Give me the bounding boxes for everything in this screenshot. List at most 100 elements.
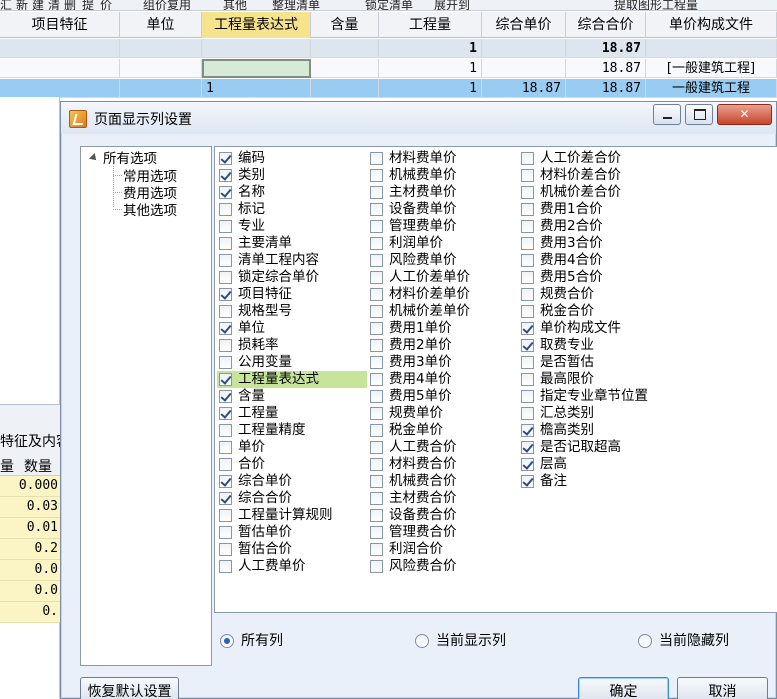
column-option[interactable]: 暂估单价: [217, 524, 367, 541]
checkbox[interactable]: [521, 169, 534, 182]
feature-value[interactable]: 0.2: [0, 539, 60, 560]
checkbox[interactable]: [370, 526, 383, 539]
column-option[interactable]: 清单工程内容: [217, 252, 367, 269]
col-header-unit[interactable]: 单位: [120, 12, 202, 38]
column-option[interactable]: 项目特征: [217, 286, 367, 303]
column-option[interactable]: 工程量表达式: [217, 371, 367, 388]
column-option[interactable]: 是否暂估: [519, 354, 689, 371]
column-option[interactable]: 主要清单: [217, 235, 367, 252]
checkbox[interactable]: [521, 339, 534, 352]
column-option[interactable]: 风险费单价: [368, 252, 518, 269]
column-option[interactable]: 费用2单价: [368, 337, 518, 354]
column-option[interactable]: 工程量精度: [217, 422, 367, 439]
column-option[interactable]: 标记: [217, 201, 367, 218]
checkbox[interactable]: [521, 475, 534, 488]
checkbox[interactable]: [370, 543, 383, 556]
checkbox[interactable]: [370, 560, 383, 573]
cancel-button[interactable]: 取消: [677, 677, 768, 699]
column-option[interactable]: 汇总类别: [519, 405, 689, 422]
tree-expand-icon[interactable]: [89, 153, 99, 163]
column-option[interactable]: 工程量计算规则: [217, 507, 367, 524]
checkbox[interactable]: [219, 543, 232, 556]
checkbox[interactable]: [219, 475, 232, 488]
tree-node-common[interactable]: 常用选项: [123, 168, 177, 186]
checkbox[interactable]: [521, 322, 534, 335]
close-icon[interactable]: [717, 104, 772, 125]
column-option[interactable]: 合价: [217, 456, 367, 473]
toolbar-item[interactable]: 清: [48, 0, 60, 10]
checkbox[interactable]: [219, 509, 232, 522]
column-option[interactable]: 设备费合价: [368, 507, 518, 524]
feature-value[interactable]: 0.0: [0, 581, 60, 602]
checkbox[interactable]: [219, 288, 232, 301]
feature-value[interactable]: 0.: [0, 602, 60, 623]
column-option[interactable]: 机械费合价: [368, 473, 518, 490]
column-option[interactable]: 规费合价: [519, 286, 689, 303]
toolbar-item[interactable]: 整理清单: [272, 0, 320, 10]
checkbox[interactable]: [521, 186, 534, 199]
column-option[interactable]: 管理费单价: [368, 218, 518, 235]
checkbox[interactable]: [219, 560, 232, 573]
checkbox[interactable]: [521, 220, 534, 233]
tree-node-fees[interactable]: 费用选项: [123, 185, 177, 203]
maximize-icon[interactable]: [685, 104, 713, 125]
column-option[interactable]: 机械费单价: [368, 167, 518, 184]
toolbar-item[interactable]: 锁定清单: [365, 0, 413, 10]
checkbox[interactable]: [219, 356, 232, 369]
checkbox[interactable]: [370, 390, 383, 403]
column-option[interactable]: 人工费单价: [217, 558, 367, 575]
column-option[interactable]: 税金合价: [519, 303, 689, 320]
column-option[interactable]: 管理费合价: [368, 524, 518, 541]
column-option[interactable]: 费用3合价: [519, 235, 689, 252]
checkbox[interactable]: [521, 305, 534, 318]
column-option[interactable]: 利润单价: [368, 235, 518, 252]
column-option[interactable]: 单价: [217, 439, 367, 456]
column-option[interactable]: 人工价差单价: [368, 269, 518, 286]
col-header-total-price[interactable]: 综合合价: [566, 12, 646, 38]
column-option[interactable]: 规费单价: [368, 405, 518, 422]
toolbar-item[interactable]: 建: [32, 0, 44, 10]
column-option[interactable]: 是否记取超高: [519, 439, 689, 456]
feature-value[interactable]: 0.01: [0, 518, 60, 539]
column-option[interactable]: 税金单价: [368, 422, 518, 439]
toolbar-item[interactable]: 提取图形工程量: [614, 0, 698, 10]
column-option[interactable]: 锁定综合单价: [217, 269, 367, 286]
toolbar-item[interactable]: 新: [16, 0, 28, 10]
feature-value[interactable]: 0.0: [0, 560, 60, 581]
expression-edit-cell[interactable]: [202, 59, 311, 78]
column-option[interactable]: 檐高类别: [519, 422, 689, 439]
tree-node-other[interactable]: 其他选项: [123, 202, 177, 220]
column-option[interactable]: 类别: [217, 167, 367, 184]
checkbox[interactable]: [219, 169, 232, 182]
checkbox[interactable]: [370, 254, 383, 267]
column-option[interactable]: 综合单价: [217, 473, 367, 490]
checkbox[interactable]: [521, 356, 534, 369]
checkbox[interactable]: [521, 288, 534, 301]
column-option[interactable]: 材料价差单价: [368, 286, 518, 303]
column-option[interactable]: 指定专业章节位置: [519, 388, 689, 405]
column-option[interactable]: 取费专业: [519, 337, 689, 354]
column-option[interactable]: 费用3单价: [368, 354, 518, 371]
column-option[interactable]: 备注: [519, 473, 689, 490]
column-option[interactable]: 费用5合价: [519, 269, 689, 286]
toolbar-item[interactable]: 组价复用: [143, 0, 191, 10]
minimize-icon[interactable]: [653, 104, 681, 125]
col-header-unit-price[interactable]: 综合单价: [482, 12, 566, 38]
column-option[interactable]: 最高限价: [519, 371, 689, 388]
col-header-quantity[interactable]: 工程量: [379, 12, 482, 38]
checkbox[interactable]: [521, 152, 534, 165]
toolbar-item[interactable]: 删: [64, 0, 76, 10]
column-option[interactable]: 材料费合价: [368, 456, 518, 473]
column-option[interactable]: 利润合价: [368, 541, 518, 558]
feature-value[interactable]: 0.000: [0, 476, 60, 497]
dialog-titlebar[interactable]: 页面显示列设置: [61, 102, 776, 134]
checkbox[interactable]: [219, 492, 232, 505]
radio-indicator[interactable]: [220, 634, 234, 648]
checkbox[interactable]: [370, 186, 383, 199]
checkbox[interactable]: [521, 237, 534, 250]
radio-indicator[interactable]: [415, 634, 429, 648]
checkbox[interactable]: [370, 220, 383, 233]
checkbox[interactable]: [521, 254, 534, 267]
checkbox[interactable]: [219, 322, 232, 335]
checkbox[interactable]: [370, 339, 383, 352]
